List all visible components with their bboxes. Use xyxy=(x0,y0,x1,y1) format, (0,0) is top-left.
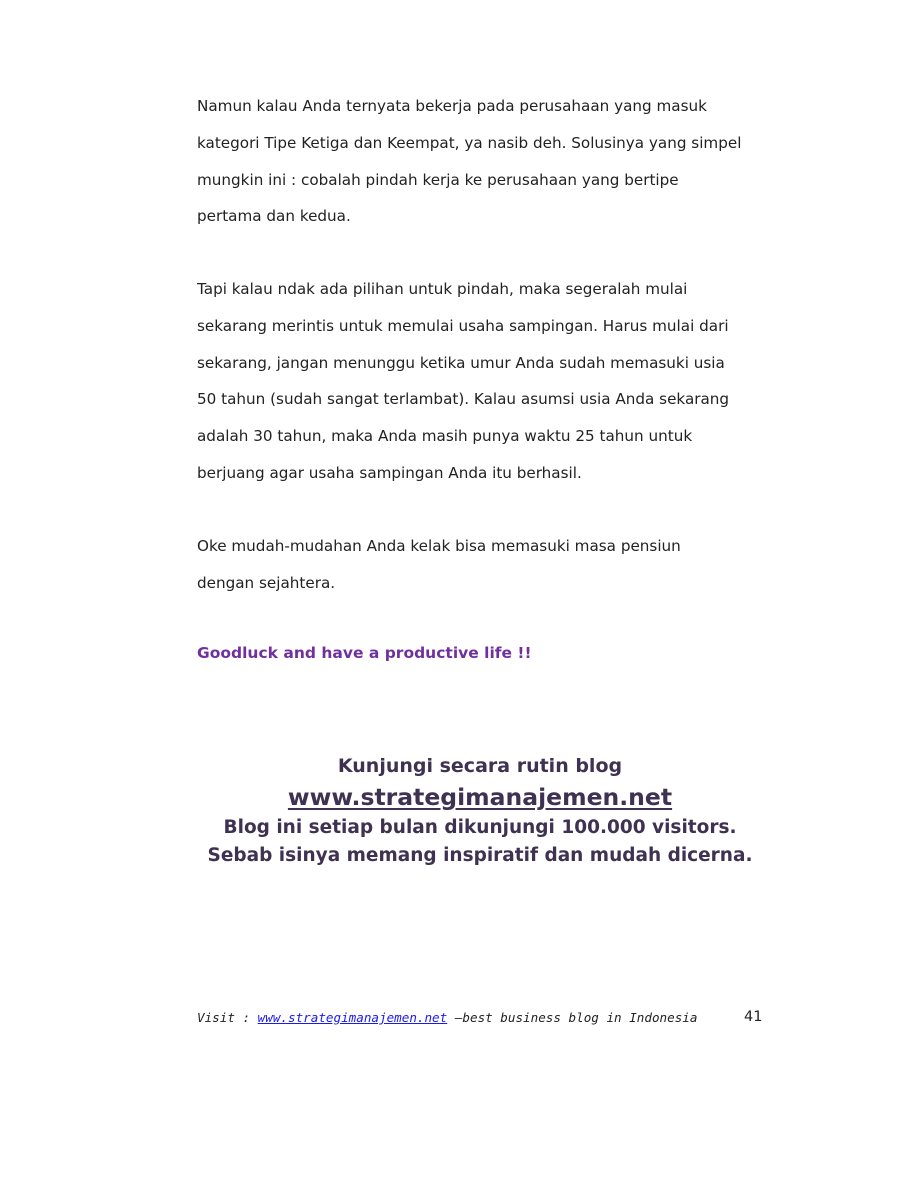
closing-message: Goodluck and have a productive life !! xyxy=(197,644,532,662)
promo-tagline: Sebab isinya memang inspiratif dan mudah… xyxy=(207,845,753,866)
paragraph-line: berjuang agar usaha sampingan Anda itu b… xyxy=(197,463,582,482)
paragraph-line: Oke mudah-mudahan Anda kelak bisa memasu… xyxy=(197,537,681,555)
page-footer: Visit : www.strategimanajemen.net –best … xyxy=(197,1010,697,1025)
paragraph-line: Tapi kalau ndak ada pilihan untuk pindah… xyxy=(197,280,688,298)
paragraph-line: pertama dan kedua. xyxy=(197,207,351,226)
paragraph-line: adalah 30 tahun, maka Anda masih punya w… xyxy=(197,427,693,446)
promo-visitors-text: Blog ini setiap bulan dikunjungi 100.000… xyxy=(223,817,737,838)
paragraph-line: kategori Tipe Ketiga dan Keempat, ya nas… xyxy=(197,133,742,152)
paragraph-3: Oke mudah-mudahan Anda kelak bisa memasu… xyxy=(197,528,772,602)
paragraph-line: dengan sejahtera. xyxy=(197,573,336,592)
paragraph-line: sekarang merintis untuk memulai usaha sa… xyxy=(197,316,729,335)
footer-suffix: –best business blog in Indonesia xyxy=(447,1010,698,1025)
blog-promo: Kunjungi secara rutin blog www.strategim… xyxy=(160,752,800,870)
footer-link[interactable]: www.strategimanajemen.net xyxy=(258,1010,448,1025)
paragraph-line: 50 tahun (sudah sangat terlambat). Kalau… xyxy=(197,390,730,409)
document-page: Namun kalau Anda ternyata bekerja pada p… xyxy=(0,0,918,1188)
paragraph-1: Namun kalau Anda ternyata bekerja pada p… xyxy=(197,88,772,235)
page-number: 41 xyxy=(744,1009,763,1025)
paragraph-line: Namun kalau Anda ternyata bekerja pada p… xyxy=(197,97,707,115)
footer-prefix: Visit : xyxy=(197,1010,258,1025)
paragraph-2: Tapi kalau ndak ada pilihan untuk pindah… xyxy=(197,271,772,492)
paragraph-line: sekarang, jangan menunggu ketika umur An… xyxy=(197,353,725,372)
promo-url-link[interactable]: www.strategimanajemen.net xyxy=(160,780,800,814)
promo-heading: Kunjungi secara rutin blog xyxy=(337,755,623,777)
paragraph-line: mungkin ini : cobalah pindah kerja ke pe… xyxy=(197,170,679,189)
